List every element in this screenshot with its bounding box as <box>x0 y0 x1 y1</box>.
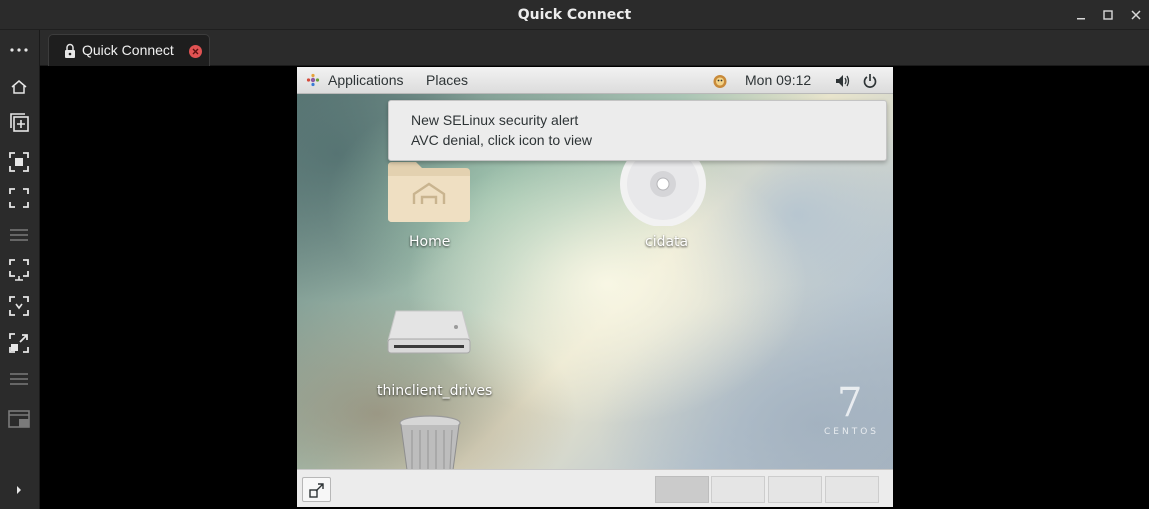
show-desktop-button[interactable] <box>302 477 331 502</box>
places-menu[interactable]: Places <box>426 67 468 94</box>
home-folder-icon[interactable] <box>386 160 472 224</box>
resize-icon[interactable] <box>6 330 32 356</box>
window-titlebar: Quick Connect <box>0 0 1149 30</box>
left-toolbar <box>0 30 40 509</box>
display-icon[interactable] <box>6 257 32 283</box>
selinux-notification[interactable]: New SELinux security alert AVC denial, c… <box>388 100 887 161</box>
window-title: Quick Connect <box>517 7 632 23</box>
minimize-icon[interactable] <box>1073 7 1089 23</box>
new-connection-icon[interactable] <box>6 109 32 135</box>
centos-version: 7 <box>837 380 863 426</box>
clock[interactable]: Mon 09:12 <box>745 67 811 94</box>
power-icon[interactable] <box>862 73 878 89</box>
centos-wordmark: CENTOS <box>824 427 879 437</box>
fullscreen-icon[interactable] <box>6 185 32 211</box>
workspace-1[interactable] <box>655 476 709 503</box>
notification-title: New SELinux security alert <box>411 112 579 128</box>
desktop-icon-label: thinclient_drives <box>377 383 493 399</box>
more-options-icon[interactable] <box>6 37 32 63</box>
home-icon[interactable] <box>6 74 32 100</box>
desktop-icon-label: Home <box>409 234 451 250</box>
menu-lines-icon[interactable] <box>6 222 32 248</box>
drive-icon[interactable] <box>386 307 472 355</box>
tab-close-icon[interactable] <box>189 45 202 58</box>
close-icon[interactable] <box>1128 7 1144 23</box>
tab-label: Quick Connect <box>82 42 174 58</box>
workspace-2[interactable] <box>711 476 765 503</box>
applications-icon <box>306 73 320 87</box>
trash-icon[interactable] <box>398 414 462 470</box>
workspace-4[interactable] <box>825 476 879 503</box>
notification-body: AVC denial, click icon to view <box>411 132 593 148</box>
menu-lines-icon[interactable] <box>6 366 32 392</box>
applications-menu[interactable]: Applications <box>328 67 404 94</box>
scale-icon[interactable] <box>6 293 32 319</box>
maximize-icon[interactable] <box>1100 7 1116 23</box>
multi-monitor-icon[interactable] <box>6 407 32 433</box>
tab-strip: Quick Connect <box>40 30 1149 66</box>
show-desktop-icon <box>308 482 324 498</box>
selinux-alert-icon[interactable] <box>712 73 728 89</box>
expand-chevron-icon[interactable] <box>6 477 32 503</box>
volume-icon[interactable] <box>834 73 850 89</box>
workspace-3[interactable] <box>768 476 822 503</box>
lock-icon <box>62 43 78 59</box>
gnome-bottom-panel <box>297 469 893 507</box>
fit-screen-icon[interactable] <box>6 149 32 175</box>
gnome-top-panel: Applications Places Mon 09:12 <box>297 67 893 94</box>
desktop-icon-label: cidata <box>645 234 689 250</box>
cd-disc-icon[interactable] <box>619 156 707 226</box>
tab-quick-connect[interactable]: Quick Connect <box>48 34 210 66</box>
remote-desktop[interactable]: Applications Places Mon 09:12 Home cidat… <box>297 67 893 507</box>
